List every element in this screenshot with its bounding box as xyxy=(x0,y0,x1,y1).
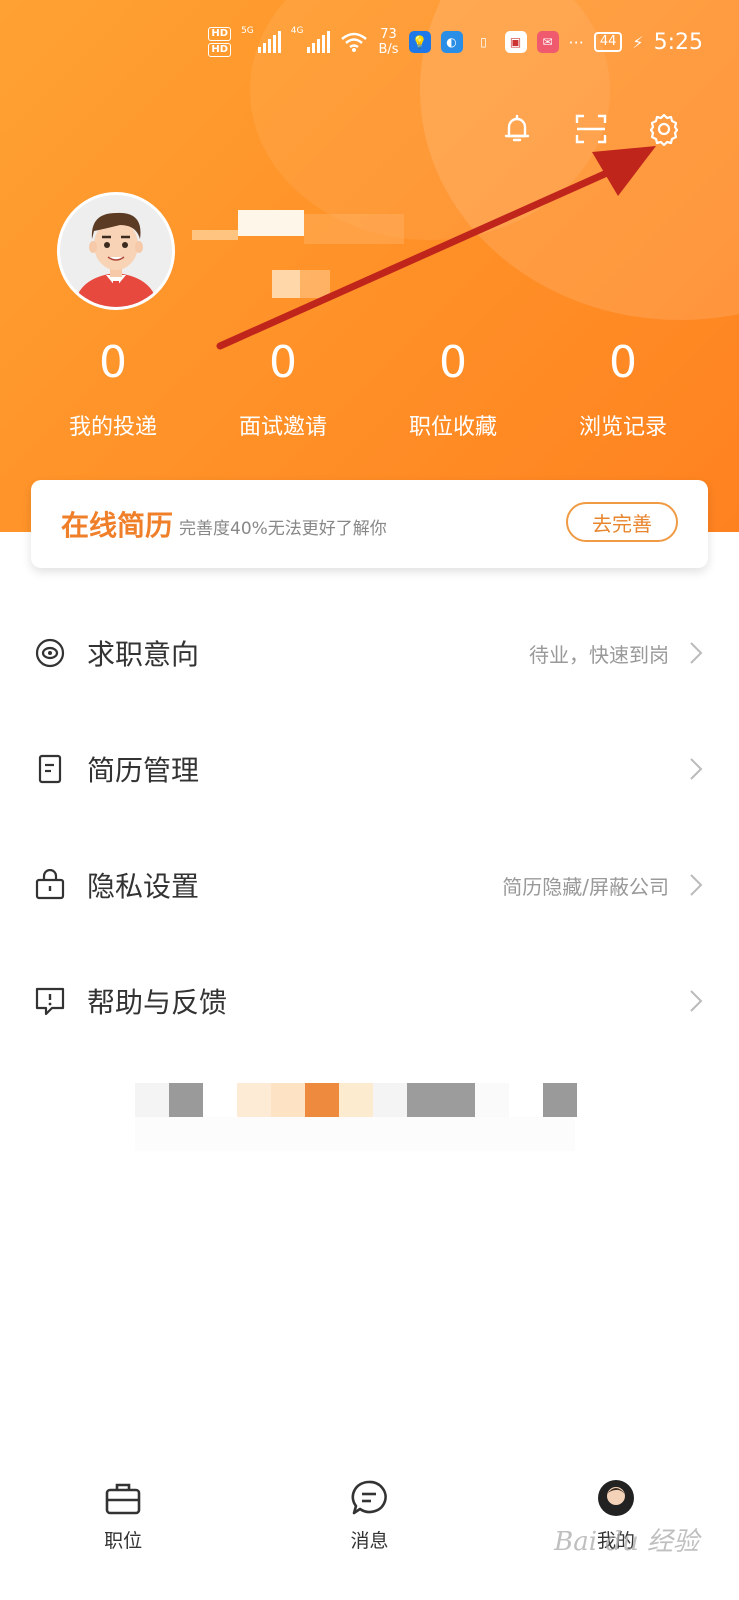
signal-icon xyxy=(307,31,331,53)
net-speed: 73 B/s xyxy=(378,27,399,57)
document-icon xyxy=(38,754,62,784)
app-notification-icon: ▣ xyxy=(504,31,527,53)
menu-item-help-feedback[interactable]: 帮助与反馈 xyxy=(0,943,739,1059)
wifi-icon xyxy=(341,32,368,52)
tab-label: 职位 xyxy=(104,1530,143,1552)
stat-history[interactable]: 0 浏览记录 xyxy=(538,335,708,441)
more-notifications: ··· xyxy=(568,32,584,52)
avatar[interactable] xyxy=(57,192,175,310)
bell-icon[interactable] xyxy=(500,112,534,146)
resume-card-subtitle: 完善度40%无法更好了解你 xyxy=(179,518,387,539)
chevron-right-icon xyxy=(690,874,703,896)
app-notification-icon: ✉ xyxy=(536,31,559,53)
menu-item-value: 简历隐藏/屏蔽公司 xyxy=(502,874,669,899)
stat-interviews[interactable]: 0 面试邀请 xyxy=(198,335,368,441)
target-icon xyxy=(35,638,65,668)
menu-item-privacy-settings[interactable]: 隐私设置 简历隐藏/屏蔽公司 xyxy=(0,827,739,943)
chevron-right-icon xyxy=(690,990,703,1012)
signal-icon xyxy=(257,31,281,53)
menu-item-label: 隐私设置 xyxy=(87,870,200,903)
resume-card-title: 在线简历 xyxy=(61,509,174,542)
menu-item-job-intention[interactable]: 求职意向 待业，快速到岗 xyxy=(0,595,739,711)
feedback-icon xyxy=(35,987,65,1016)
lock-icon xyxy=(35,869,65,900)
app-notification-icon: 💡 xyxy=(408,31,431,53)
tab-jobs[interactable]: 职位 xyxy=(0,1460,246,1600)
menu-item-value: 待业，快速到岗 xyxy=(529,642,669,667)
charging-icon: ⚡ xyxy=(632,32,644,52)
menu-item-resume-management[interactable]: 简历管理 xyxy=(0,711,739,827)
chat-icon xyxy=(351,1480,388,1515)
avatar-illustration xyxy=(60,195,172,307)
status-bar: HD HD 5G 4G 73 B/s 💡 ◐ ▯ ▣ ✉ ··· 44 ⚡ 5:25 xyxy=(208,20,703,64)
menu-item-label: 求职意向 xyxy=(87,638,200,671)
hd-indicator: HD HD xyxy=(208,27,232,57)
settings-menu: 求职意向 待业，快速到岗 简历管理 隐私设置 简历隐藏/屏蔽公司 帮助与反馈 xyxy=(0,595,739,1059)
stat-deliveries[interactable]: 0 我的投递 xyxy=(28,335,198,441)
settings-icon[interactable] xyxy=(647,112,681,146)
scan-icon[interactable] xyxy=(574,112,608,146)
complete-resume-button[interactable]: 去完善 xyxy=(566,502,678,542)
menu-item-label: 简历管理 xyxy=(87,754,200,787)
network-label-1: 5G xyxy=(241,26,254,36)
briefcase-icon xyxy=(105,1483,141,1515)
tab-label: 消息 xyxy=(350,1530,389,1552)
network-label-2: 4G xyxy=(290,26,304,36)
app-notification-icon: ▯ xyxy=(480,35,487,49)
online-resume-card[interactable]: 在线简历 完善度40%无法更好了解你 去完善 xyxy=(31,480,708,568)
stats-row: 0 我的投递 0 面试邀请 0 职位收藏 0 浏览记录 xyxy=(28,335,708,441)
chevron-right-icon xyxy=(690,758,703,780)
battery-indicator: 44 xyxy=(593,32,623,52)
chevron-right-icon xyxy=(690,642,703,664)
tab-messages[interactable]: 消息 xyxy=(246,1460,492,1600)
clock: 5:25 xyxy=(653,29,703,55)
stat-favorites[interactable]: 0 职位收藏 xyxy=(368,335,538,441)
menu-item-label: 帮助与反馈 xyxy=(87,986,228,1019)
profile-icon xyxy=(597,1480,634,1516)
app-notification-icon: ◐ xyxy=(440,31,463,53)
watermark: Bai du 经验 xyxy=(554,1527,699,1557)
redacted-content xyxy=(135,1083,577,1151)
username-redacted xyxy=(192,210,404,298)
